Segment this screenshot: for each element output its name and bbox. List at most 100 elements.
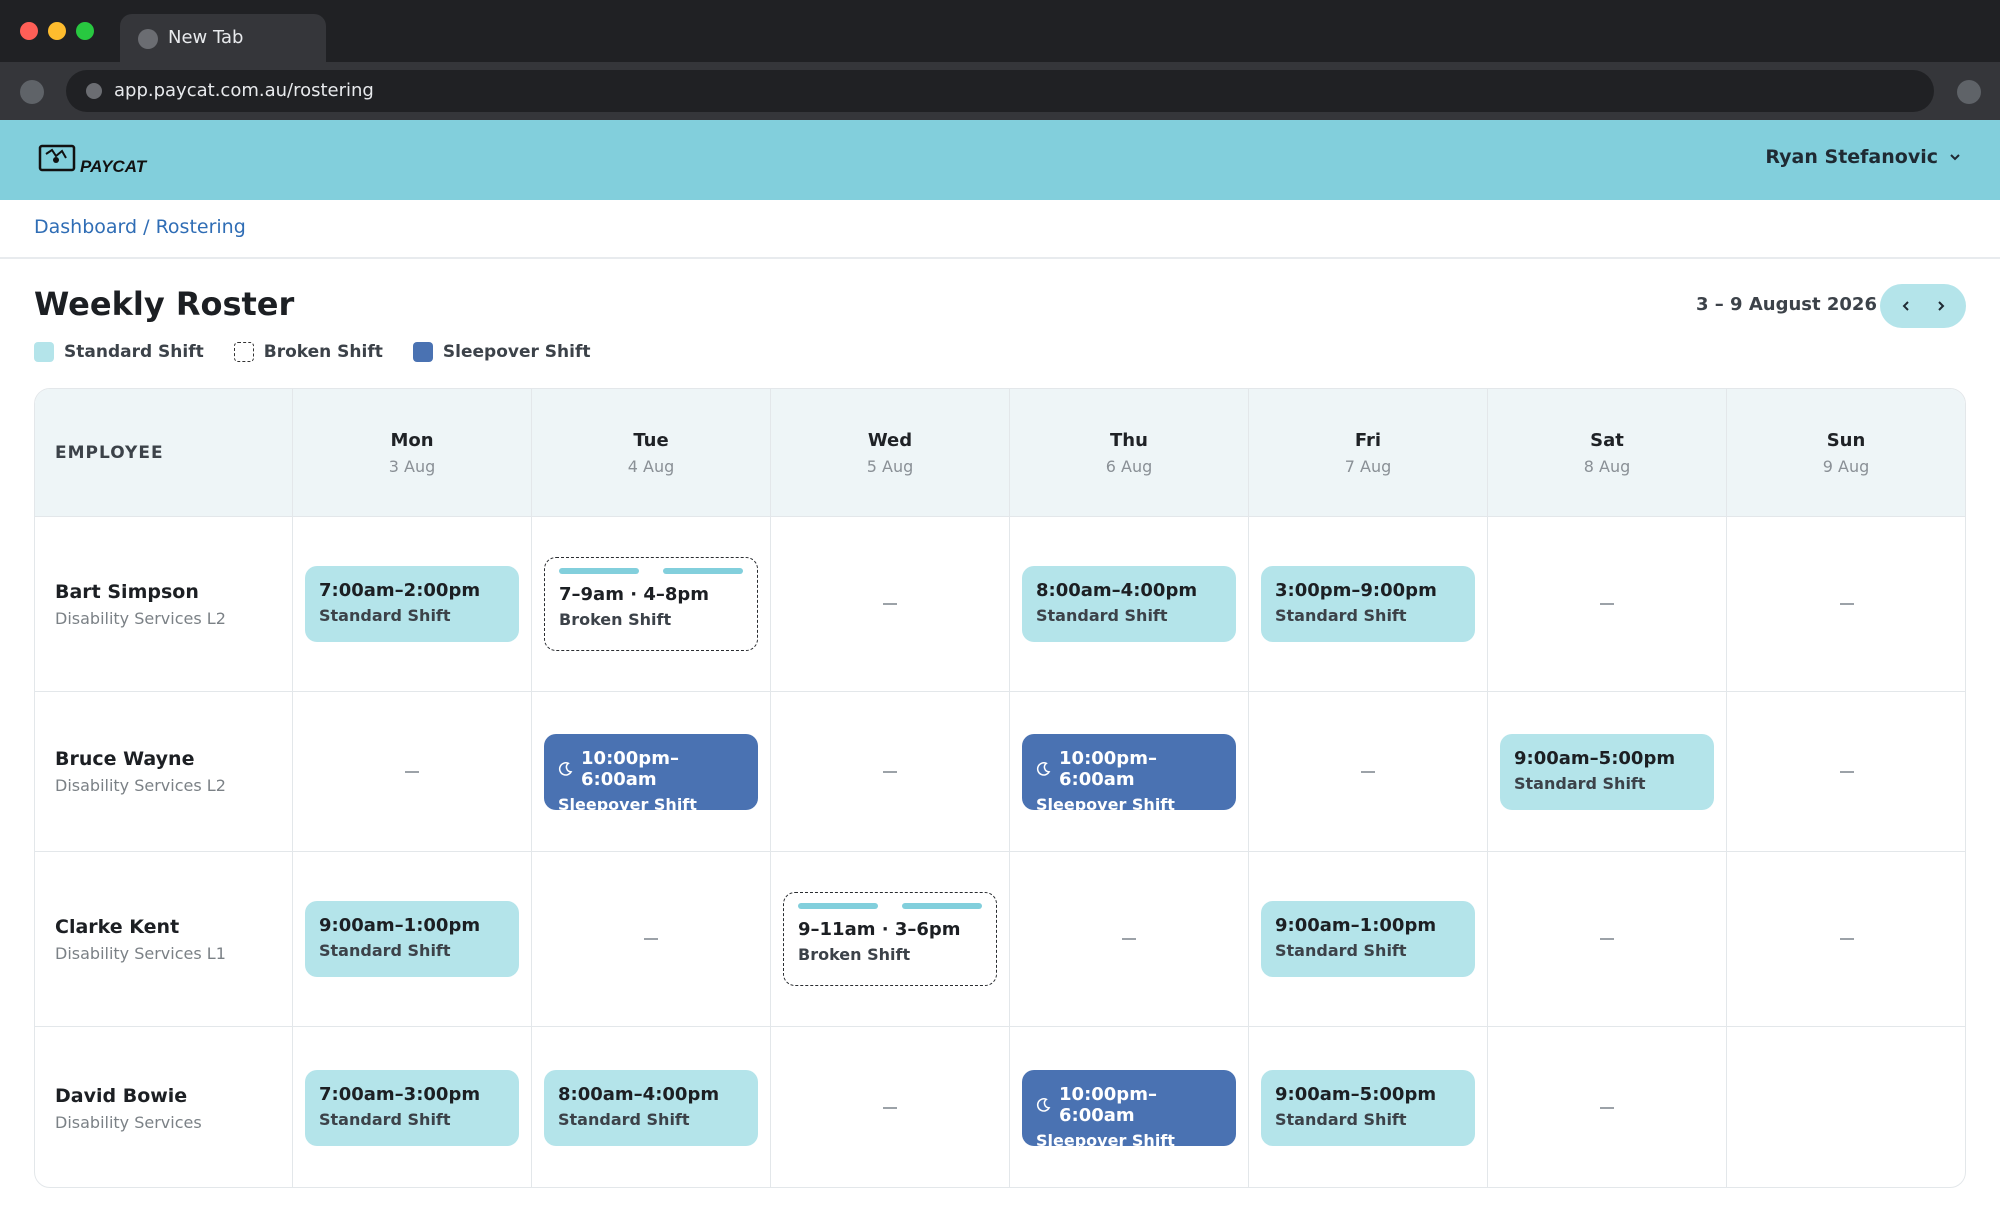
legend-label: Sleepover Shift bbox=[442, 342, 591, 362]
standard-shift-card[interactable]: 9:00am–1:00pm Standard Shift bbox=[1261, 901, 1475, 977]
empty-slot-dash bbox=[1839, 603, 1854, 605]
browser-menu-button[interactable] bbox=[1957, 80, 1981, 104]
site-info-icon[interactable] bbox=[86, 83, 102, 99]
roster-cell[interactable] bbox=[1488, 1027, 1727, 1187]
roster-cell[interactable] bbox=[771, 1027, 1010, 1187]
standard-shift-card[interactable]: 7:00am–2:00pm Standard Shift bbox=[305, 566, 519, 642]
employee-name[interactable]: David Bowie bbox=[55, 1085, 292, 1107]
roster-cell[interactable] bbox=[1249, 692, 1488, 852]
user-menu[interactable]: Ryan Stefanovic bbox=[1765, 146, 1962, 168]
standard-shift-card[interactable]: 8:00am–4:00pm Standard Shift bbox=[1022, 566, 1236, 642]
breadcrumb-rostering[interactable]: Rostering bbox=[156, 216, 246, 238]
day-name: Wed bbox=[867, 429, 913, 451]
roster-cell[interactable] bbox=[1727, 1027, 1965, 1187]
chevron-down-icon bbox=[1950, 154, 1960, 161]
roster-cell[interactable] bbox=[1488, 852, 1727, 1027]
roster-cell[interactable]: 9:00am–1:00pm Standard Shift bbox=[1249, 852, 1488, 1027]
sleepover-shift-card[interactable]: 10:00pm–6:00am Sleepover Shift bbox=[1022, 733, 1236, 814]
user-name: Ryan Stefanovic bbox=[1765, 146, 1938, 168]
browser-titlebar: New Tab bbox=[0, 0, 2000, 62]
sleepover-shift-card[interactable]: 10:00pm–6:00am Sleepover Shift bbox=[544, 733, 758, 814]
day-header-wed: Wed 5 Aug bbox=[771, 389, 1010, 517]
roster-cell[interactable] bbox=[1727, 692, 1965, 852]
roster-cell[interactable] bbox=[771, 692, 1010, 852]
employee-name[interactable]: Bart Simpson bbox=[55, 581, 292, 603]
shift-time: 8:00am–4:00pm bbox=[1036, 580, 1198, 601]
standard-shift-card[interactable]: 3:00pm–9:00pm Standard Shift bbox=[1261, 566, 1475, 642]
roster-cell[interactable]: 3:00pm–9:00pm Standard Shift bbox=[1249, 517, 1488, 692]
day-header-tue: Tue 4 Aug bbox=[532, 389, 771, 517]
shift-time-text: 10:00pm–6:00am bbox=[1059, 747, 1157, 790]
close-window-button[interactable] bbox=[20, 22, 38, 40]
sleepover-shift-card[interactable]: 10:00pm–6:00am Sleepover Shift bbox=[1022, 1070, 1236, 1150]
legend-standard: Standard Shift bbox=[34, 342, 204, 362]
employee-role: Disability Services bbox=[55, 1112, 202, 1132]
roster-cell[interactable]: 7–9am · 4–8pm Broken Shift bbox=[532, 517, 771, 692]
minimize-window-button[interactable] bbox=[48, 22, 66, 40]
empty-slot-dash bbox=[1839, 770, 1854, 773]
shift-time: 10:00pm–6:00am bbox=[1036, 1084, 1222, 1126]
standard-shift-card[interactable]: 9:00am–1:00pm Standard Shift bbox=[305, 901, 519, 977]
shift-time: 9:00am–1:00pm bbox=[1275, 915, 1437, 936]
shift-type: Standard Shift bbox=[1275, 941, 1407, 960]
roster-cell[interactable] bbox=[771, 517, 1010, 692]
shift-type: Sleepover Shift bbox=[1036, 1131, 1175, 1150]
roster-cell[interactable] bbox=[1010, 852, 1249, 1027]
shift-time: 9:00am–5:00pm bbox=[1514, 747, 1676, 769]
standard-shift-card[interactable]: 8:00am–4:00pm Standard Shift bbox=[544, 1070, 758, 1146]
roster-cell[interactable] bbox=[293, 692, 532, 852]
standard-shift-card[interactable]: 7:00am–3:00pm Standard Shift bbox=[305, 1070, 519, 1146]
empty-slot-dash bbox=[1600, 938, 1614, 940]
back-button[interactable] bbox=[20, 80, 44, 104]
employee-column-header: EMPLOYEE bbox=[35, 389, 293, 517]
browser-tab[interactable]: New Tab bbox=[120, 14, 326, 62]
empty-slot-dash bbox=[883, 603, 897, 605]
legend-label: Broken Shift bbox=[263, 342, 383, 362]
roster-cell[interactable] bbox=[1488, 517, 1727, 692]
address-bar[interactable]: app.paycat.com.au/rostering bbox=[66, 70, 1934, 112]
broken-shift-card[interactable]: 7–9am · 4–8pm Broken Shift bbox=[544, 557, 758, 651]
url-text[interactable]: app.paycat.com.au/rostering bbox=[114, 80, 374, 101]
standard-shift-card[interactable]: 9:00am–5:00pm Standard Shift bbox=[1261, 1070, 1475, 1146]
maximize-window-button[interactable] bbox=[76, 22, 94, 40]
roster-cell[interactable]: 10:00pm–6:00am Sleepover Shift bbox=[1010, 692, 1249, 852]
header-divider bbox=[0, 257, 2000, 259]
roster-cell[interactable]: 8:00am–4:00pm Standard Shift bbox=[532, 1027, 771, 1187]
employee-name[interactable]: Bruce Wayne bbox=[55, 748, 292, 770]
roster-cell[interactable] bbox=[532, 852, 771, 1027]
week-navigation bbox=[1880, 284, 1966, 328]
previous-week-button[interactable] bbox=[1892, 292, 1920, 320]
tab-title: New Tab bbox=[168, 27, 244, 48]
roster-cell[interactable] bbox=[1727, 517, 1965, 692]
day-date: 9 Aug bbox=[1822, 456, 1870, 476]
day-date: 8 Aug bbox=[1583, 456, 1631, 476]
employee-name[interactable]: Clarke Kent bbox=[55, 916, 292, 938]
day-name: Thu bbox=[1110, 429, 1148, 451]
shift-time: 9:00am–1:00pm bbox=[319, 915, 481, 936]
roster-cell[interactable]: 9:00am–5:00pm Standard Shift bbox=[1249, 1027, 1488, 1187]
day-name: Sun bbox=[1826, 429, 1866, 451]
shift-type: Standard Shift bbox=[1275, 1110, 1407, 1129]
chevron-right-icon bbox=[1937, 301, 1944, 311]
roster-cell[interactable]: 10:00pm–6:00am Sleepover Shift bbox=[532, 692, 771, 852]
paycat-logo[interactable]: PAYCAT bbox=[38, 144, 148, 178]
date-range: 3 – 9 August 2026 bbox=[1696, 294, 1877, 315]
roster-cell[interactable] bbox=[1727, 852, 1965, 1027]
roster-cell[interactable]: 9:00am–5:00pm Standard Shift bbox=[1488, 692, 1727, 852]
shift-type: Sleepover Shift bbox=[1036, 794, 1175, 814]
roster-cell[interactable]: 9–11am · 3–6pm Broken Shift bbox=[771, 852, 1010, 1027]
roster-cell[interactable]: 7:00am–3:00pm Standard Shift bbox=[293, 1027, 532, 1187]
roster-cell[interactable]: 9:00am–1:00pm Standard Shift bbox=[293, 852, 532, 1027]
employee-cell: Clarke Kent Disability Services L1 bbox=[35, 852, 293, 1027]
roster-cell[interactable]: 7:00am–2:00pm Standard Shift bbox=[293, 517, 532, 692]
standard-shift-card[interactable]: 9:00am–5:00pm Standard Shift bbox=[1500, 733, 1714, 810]
empty-slot-dash bbox=[644, 938, 658, 940]
roster-cell[interactable]: 8:00am–4:00pm Standard Shift bbox=[1010, 517, 1249, 692]
employee-cell: Bruce Wayne Disability Services L2 bbox=[35, 692, 293, 852]
breadcrumb-dashboard[interactable]: Dashboard bbox=[34, 216, 137, 238]
broken-shift-card[interactable]: 9–11am · 3–6pm Broken Shift bbox=[783, 892, 997, 986]
shift-type: Broken Shift bbox=[559, 610, 672, 629]
next-week-button[interactable] bbox=[1927, 292, 1955, 320]
roster-cell[interactable]: 10:00pm–6:00am Sleepover Shift bbox=[1010, 1027, 1249, 1187]
employee-role: Disability Services L2 bbox=[55, 608, 226, 628]
